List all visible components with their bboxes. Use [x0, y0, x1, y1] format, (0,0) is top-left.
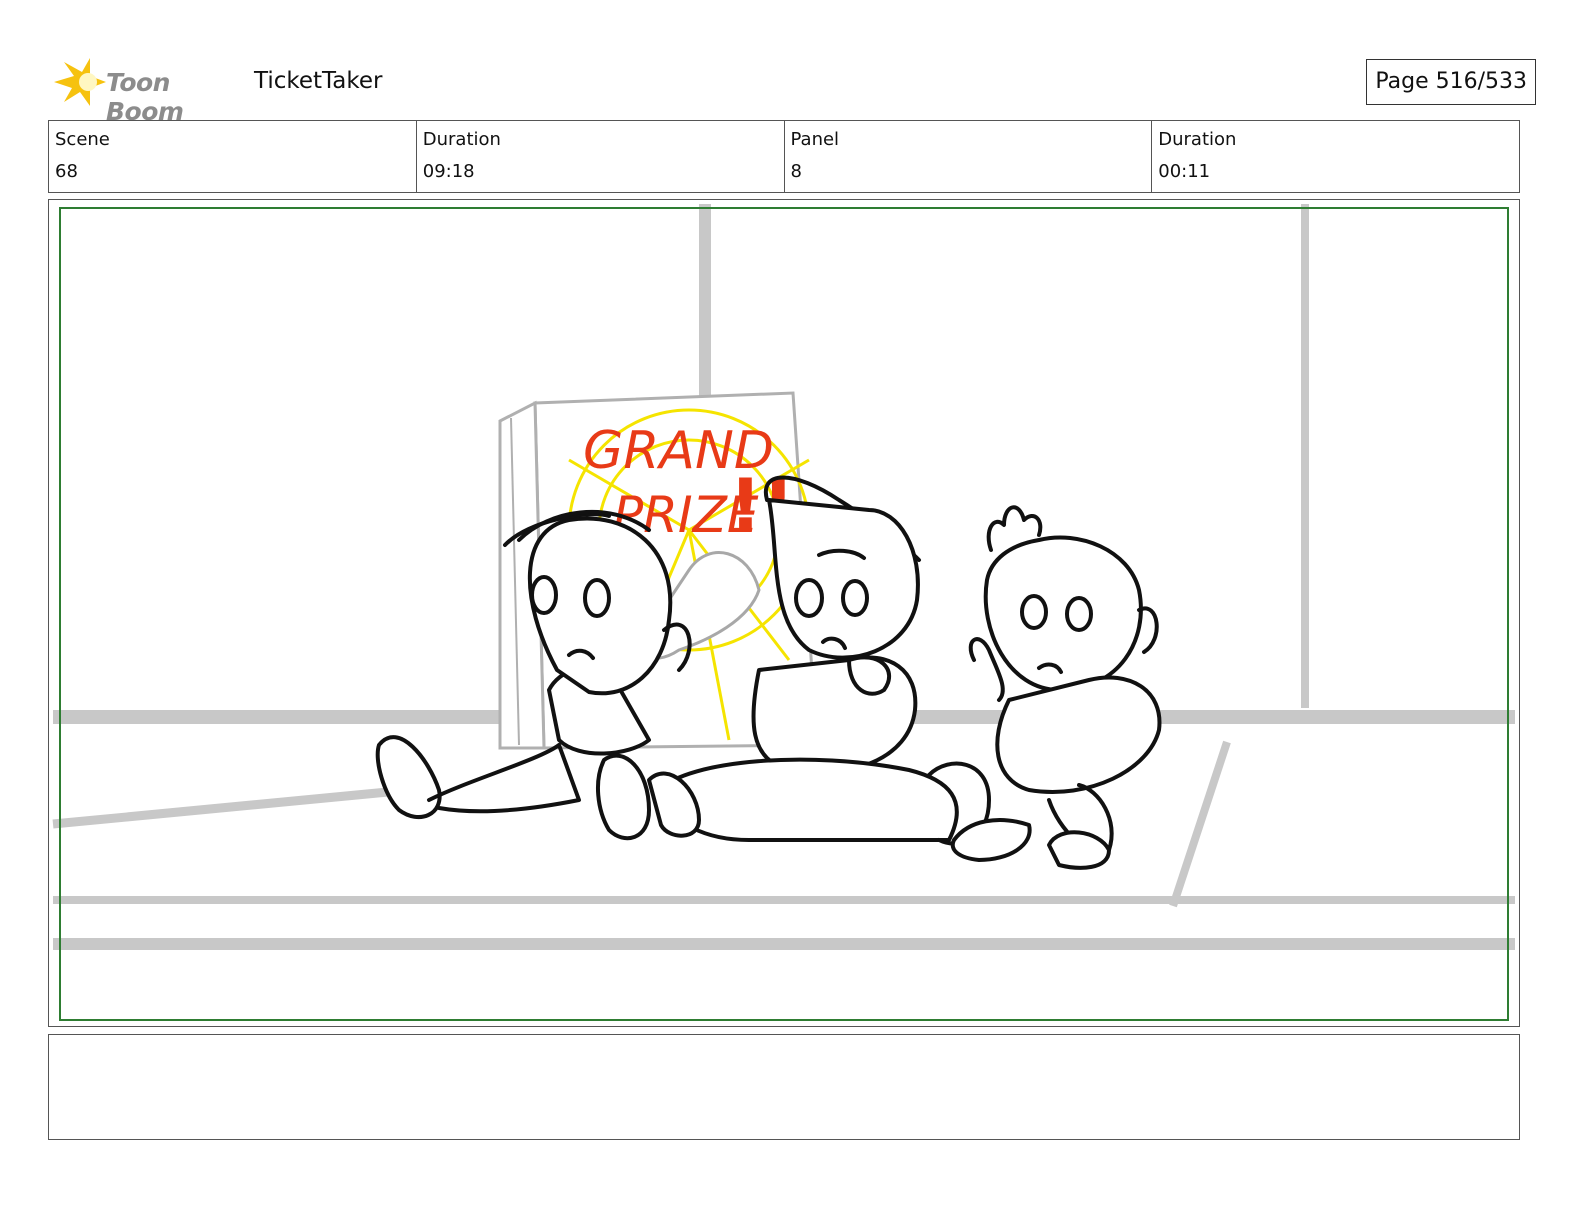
panel-duration-label: Duration	[1158, 129, 1237, 150]
panel-notes-box[interactable]	[48, 1034, 1520, 1140]
page-number: Page 516/533	[1366, 59, 1536, 105]
panel-duration-value: 00:11	[1158, 161, 1211, 182]
panel-duration-cell: Duration 00:11	[1152, 121, 1519, 192]
scene-duration-value: 09:18	[422, 161, 475, 182]
storyboard-panel: GRAND PRIZE !!	[48, 199, 1520, 1027]
toon-boom-logo: Toon Boom	[50, 56, 240, 126]
starburst-icon	[54, 58, 106, 106]
scene-duration-label: Duration	[422, 129, 501, 150]
scene-value: 68	[55, 161, 78, 182]
panel-cell: Panel 8	[785, 121, 1153, 192]
logo-wordmark: Toon Boom	[106, 68, 184, 126]
panel-value: 8	[790, 161, 802, 182]
scene-info-table: Scene 68 Duration 09:18 Panel 8 Duration…	[48, 120, 1520, 193]
scene-duration-cell: Duration 09:18	[417, 121, 785, 192]
project-title: TicketTaker	[254, 68, 383, 94]
page-header: Toon Boom TicketTaker Page 516/533	[48, 52, 1536, 126]
scene-label: Scene	[55, 129, 110, 150]
scene-cell: Scene 68	[49, 121, 417, 192]
panel-label: Panel	[790, 129, 840, 150]
character-right	[950, 505, 1162, 870]
panel-sketch: GRAND PRIZE !!	[52, 204, 1515, 1021]
